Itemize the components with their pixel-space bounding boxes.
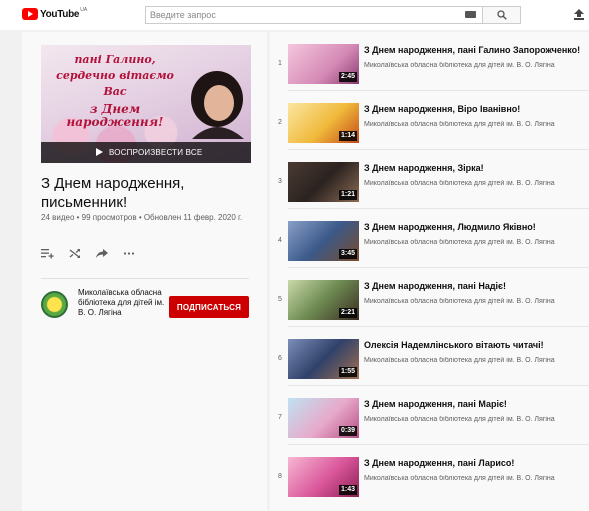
video-thumbnail[interactable]: 2:21 — [288, 280, 359, 320]
logo-region: UA — [80, 7, 88, 13]
hero-person-photo — [191, 71, 244, 139]
add-to-queue-button[interactable] — [41, 246, 54, 260]
playlist-actions — [41, 246, 150, 260]
playlist-sidebar: пані Галино, сердечно вітаємо Вас з Днем… — [22, 32, 267, 511]
list-item[interactable]: 4 3:45 З Днем народження, Людмило Яківно… — [270, 209, 589, 268]
hero-text-line: Вас — [103, 85, 127, 98]
video-duration: 1:43 — [338, 485, 357, 495]
search-box — [145, 6, 483, 24]
video-duration: 1:14 — [338, 131, 357, 141]
video-index: 1 — [278, 60, 282, 67]
video-index: 7 — [278, 414, 282, 421]
video-channel[interactable]: Миколаївська обласна бібліотека для діте… — [364, 121, 586, 128]
video-index: 6 — [278, 355, 282, 362]
play-all-button[interactable]: ВОСПРОИЗВЕСТИ ВСЕ — [41, 142, 251, 163]
shuffle-button[interactable] — [69, 246, 81, 260]
video-duration: 1:21 — [338, 190, 357, 200]
video-duration: 2:21 — [338, 308, 357, 318]
more-button[interactable] — [123, 246, 135, 260]
list-item[interactable]: 1 2:45 З Днем народження, пані Галино За… — [270, 32, 589, 91]
video-title[interactable]: З Днем народження, пані Надіє! — [364, 281, 586, 291]
upload-icon[interactable] — [574, 9, 584, 20]
video-duration: 2:45 — [338, 72, 357, 82]
playlist-title[interactable]: З Днем народження, письменник! — [41, 174, 256, 212]
video-title[interactable]: З Днем народження, пані Галино Запорожче… — [364, 45, 586, 55]
video-title[interactable]: З Днем народження, пані Ларисо! — [364, 458, 586, 468]
play-icon — [96, 148, 103, 156]
video-channel[interactable]: Миколаївська обласна бібліотека для діте… — [364, 239, 586, 246]
youtube-logo-icon — [22, 8, 38, 20]
list-item[interactable]: 7 0:39 З Днем народження, пані Маріє! Ми… — [270, 386, 589, 445]
list-item[interactable]: 2 1:14 З Днем народження, Віро Іванівно!… — [270, 91, 589, 150]
playlist-hero-thumbnail[interactable]: пані Галино, сердечно вітаємо Вас з Днем… — [41, 45, 251, 163]
youtube-logo[interactable]: YouTube UA — [22, 7, 88, 20]
share-icon — [96, 248, 108, 258]
sidebar-divider — [41, 278, 249, 279]
search-icon — [497, 10, 507, 20]
video-duration: 1:55 — [338, 367, 357, 377]
search-button[interactable] — [483, 6, 521, 24]
video-index: 8 — [278, 473, 282, 480]
list-item[interactable]: 5 2:21 З Днем народження, пані Надіє! Ми… — [270, 268, 589, 327]
hero-text-line: з Днем народження! — [66, 102, 164, 129]
channel-name[interactable]: Миколаївська обласна бібліотека для діте… — [78, 288, 173, 318]
video-index: 4 — [278, 237, 282, 244]
logo-text: YouTube — [40, 8, 80, 20]
video-thumbnail[interactable]: 1:14 — [288, 103, 359, 143]
video-thumbnail[interactable]: 1:21 — [288, 162, 359, 202]
video-title[interactable]: З Днем народження, Віро Іванівно! — [364, 104, 586, 114]
video-title[interactable]: З Днем народження, Людмило Яківно! — [364, 222, 586, 232]
video-thumbnail[interactable]: 1:55 — [288, 339, 359, 379]
video-channel[interactable]: Миколаївська обласна бібліотека для діте… — [364, 357, 586, 364]
list-item[interactable]: 6 1:55 Олексія Надемлінського вітають чи… — [270, 327, 589, 386]
shuffle-icon — [69, 248, 80, 258]
video-channel[interactable]: Миколаївська обласна бібліотека для діте… — [364, 298, 586, 305]
play-all-label: ВОСПРОИЗВЕСТИ ВСЕ — [109, 148, 203, 157]
video-channel[interactable]: Миколаївська обласна бібліотека для діте… — [364, 62, 586, 69]
top-bar: YouTube UA — [0, 0, 589, 30]
video-channel[interactable]: Миколаївська обласна бібліотека для діте… — [364, 475, 586, 482]
playlist-video-list: 1 2:45 З Днем народження, пані Галино За… — [270, 32, 589, 511]
hero-text-line: сердечно вітаємо — [56, 69, 174, 82]
search-input[interactable] — [146, 7, 482, 23]
video-title[interactable]: З Днем народження, пані Маріє! — [364, 399, 586, 409]
video-thumbnail[interactable]: 0:39 — [288, 398, 359, 438]
video-index: 2 — [278, 119, 282, 126]
add-to-queue-icon — [41, 248, 54, 258]
video-title[interactable]: Олексія Надемлінського вітають читачі! — [364, 340, 586, 350]
video-duration: 3:45 — [338, 249, 357, 259]
video-index: 5 — [278, 296, 282, 303]
video-channel[interactable]: Миколаївська обласна бібліотека для діте… — [364, 180, 586, 187]
video-index: 3 — [278, 178, 282, 185]
list-item[interactable]: 8 1:43 З Днем народження, пані Ларисо! М… — [270, 445, 589, 504]
share-button[interactable] — [96, 246, 108, 260]
video-thumbnail[interactable]: 2:45 — [288, 44, 359, 84]
more-icon — [123, 251, 135, 255]
keyboard-icon[interactable] — [465, 11, 476, 18]
subscribe-button[interactable]: ПОДПИСАТЬСЯ — [169, 296, 249, 318]
video-thumbnail[interactable]: 1:43 — [288, 457, 359, 497]
playlist-stats: 24 видео • 99 просмотров • Обновлен 11 ф… — [41, 213, 243, 222]
video-channel[interactable]: Миколаївська обласна бібліотека для діте… — [364, 416, 586, 423]
channel-avatar[interactable] — [41, 291, 68, 318]
video-title[interactable]: З Днем народження, Зірка! — [364, 163, 586, 173]
hero-text-line: пані Галино, — [74, 53, 156, 66]
video-thumbnail[interactable]: 3:45 — [288, 221, 359, 261]
video-duration: 0:39 — [338, 426, 357, 436]
list-item[interactable]: 3 1:21 З Днем народження, Зірка! Миколаї… — [270, 150, 589, 209]
